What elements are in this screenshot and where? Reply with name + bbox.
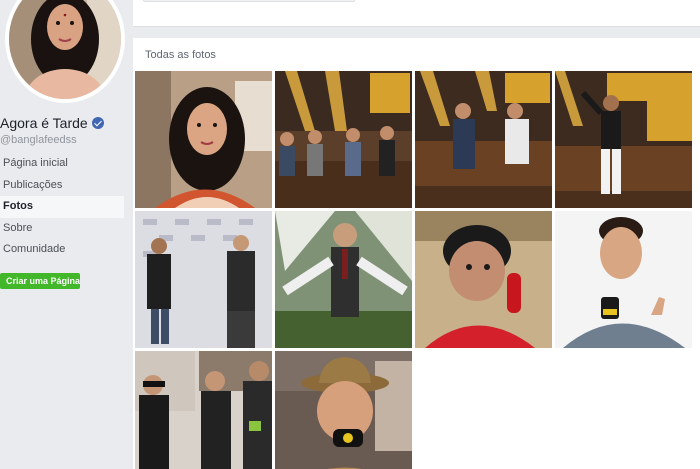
photo-studio-panel-guests — [275, 71, 412, 208]
left-column: Agora é Tarde @banglafeedss Página inici… — [0, 0, 130, 469]
photo-tile[interactable] — [135, 71, 272, 208]
photo-tile[interactable] — [555, 211, 692, 348]
page-handle[interactable]: @banglafeedss — [0, 134, 77, 146]
photo-studio-sofa-interview — [415, 71, 552, 208]
verified-badge-icon — [91, 117, 104, 129]
nav-item-about[interactable]: Sobre — [0, 218, 124, 240]
photo-tile[interactable] — [275, 351, 412, 469]
photo-man-hat-microphone — [275, 351, 412, 469]
photo-woman-red-phone — [415, 211, 552, 348]
photo-tile[interactable] — [275, 211, 412, 348]
photo-tile[interactable] — [135, 351, 272, 469]
photo-tile[interactable] — [555, 71, 692, 208]
photo-tile[interactable] — [275, 71, 412, 208]
page-nav: Página inicial Publicações Fotos Sobre C… — [0, 153, 124, 261]
photo-studio-dancer — [555, 71, 692, 208]
photo-tile[interactable] — [415, 71, 552, 208]
top-card — [133, 0, 700, 27]
photo-tile[interactable] — [135, 211, 272, 348]
photo-tile[interactable] — [415, 211, 552, 348]
nav-item-posts[interactable]: Publicações — [0, 175, 124, 197]
photo-man-with-tie-outdoors — [275, 211, 412, 348]
nav-item-home[interactable]: Página inicial — [0, 153, 124, 175]
page-title[interactable]: Agora é Tarde — [0, 115, 104, 131]
photo-woman-selfie-car — [135, 71, 272, 208]
photo-band-group — [135, 351, 272, 469]
composer-input[interactable] — [143, 0, 355, 2]
page-name-text[interactable]: Agora é Tarde — [0, 115, 88, 131]
nav-item-community[interactable]: Comunidade — [0, 239, 124, 261]
nav-item-photos[interactable]: Fotos — [0, 196, 124, 218]
photo-event-backdrop-interview — [135, 211, 272, 348]
photo-reporter-thumbs-up — [555, 211, 692, 348]
create-page-button[interactable]: Criar uma Página — [0, 273, 80, 289]
photos-section-title: Todas as fotos — [145, 49, 216, 61]
photos-section: Todas as fotos — [133, 38, 700, 469]
